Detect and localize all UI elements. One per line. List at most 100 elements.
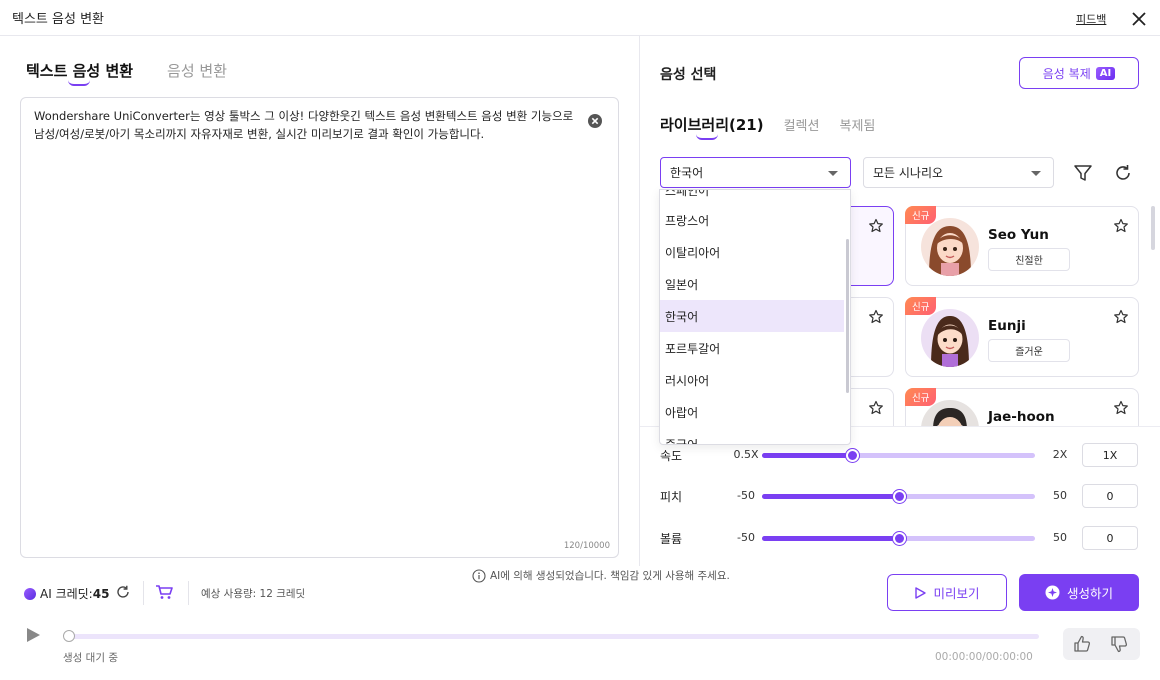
generate-icon (1045, 585, 1060, 600)
language-option[interactable]: 러시아어 (660, 364, 844, 396)
filter-icon[interactable] (1072, 162, 1094, 184)
tab-voice-changer[interactable]: 음성 변환 (167, 60, 227, 81)
clear-text-icon[interactable] (587, 113, 603, 129)
disclaimer-text: AI에 의해 생성되었습니다. 책임감 있게 사용해 주세요. (490, 570, 730, 582)
voice-card[interactable]: 신규 Eunji 즐거운 (905, 297, 1139, 377)
slider-min: -50 (737, 489, 755, 502)
slider-handle[interactable] (892, 532, 906, 545)
speed-slider-row: 속도 0.5X 2X 1X (660, 443, 1140, 467)
editor-text[interactable]: Wondershare UniConverter는 영상 툴박스 그 이상! 다… (34, 107, 582, 143)
credits-label: AI 크레딧: (40, 587, 93, 601)
tab-text-to-speech[interactable]: 텍스트 음성 변환 (26, 60, 134, 86)
thumbs-up-icon[interactable] (1072, 634, 1092, 654)
slider-label: 속도 (660, 449, 683, 463)
tab-label: 텍스트 음성 변환 (26, 62, 134, 80)
slider-max: 50 (1053, 489, 1067, 502)
playback-progress[interactable] (63, 630, 1039, 642)
slider-handle[interactable] (892, 490, 906, 503)
language-option-selected[interactable]: 한국어 (660, 300, 844, 332)
star-icon[interactable] (868, 218, 884, 234)
info-icon (472, 568, 486, 583)
volume-value-field[interactable]: 0 (1082, 526, 1138, 550)
generation-status: 생성 대기 중 (63, 652, 118, 664)
preview-button[interactable]: 미리보기 (887, 574, 1007, 611)
slider-min: -50 (737, 531, 755, 544)
slider-max: 2X (1052, 448, 1068, 461)
generate-label: 생성하기 (1066, 586, 1113, 601)
credit-icon (24, 587, 36, 600)
mode-tabs: 텍스트 음성 변환 음성 변환 (26, 60, 227, 86)
tab-active-indicator (68, 80, 90, 86)
new-badge: 신규 (905, 297, 937, 315)
speed-value-field[interactable]: 1X (1082, 443, 1138, 467)
library-tabs: 라이브러리(21) 컬렉션 복제됨 (660, 114, 875, 140)
ai-credits: AI 크레딧: 45 (24, 585, 109, 602)
language-select[interactable]: 한국어 (660, 157, 851, 188)
slider-handle[interactable] (846, 449, 860, 462)
star-icon[interactable] (1113, 309, 1129, 325)
tab-collection[interactable]: 컬렉션 (784, 115, 820, 134)
voice-card[interactable]: 신규 Seo Yun 친절한 (905, 206, 1139, 286)
feedback-thumbs (1063, 628, 1140, 660)
avatar (921, 218, 979, 276)
speed-slider[interactable] (762, 449, 1035, 462)
voice-card[interactable]: 신규 Jae-hoon (905, 388, 1139, 426)
scenario-select[interactable]: 모든 시나리오 (863, 157, 1054, 188)
play-icon[interactable] (24, 626, 42, 644)
tab-label: 음성 변환 (167, 62, 228, 80)
cart-icon[interactable] (155, 584, 173, 600)
language-option[interactable]: 아랍어 (660, 396, 844, 428)
ai-badge: AI (1095, 66, 1116, 80)
pitch-slider-row: 피치 -50 50 0 (660, 484, 1140, 508)
new-badge: 신규 (905, 388, 937, 406)
tab-cloned[interactable]: 복제됨 (839, 115, 875, 134)
window-title: 텍스트 음성 변환 (12, 12, 104, 27)
avatar (921, 309, 979, 367)
new-badge: 신규 (905, 206, 937, 224)
star-icon[interactable] (868, 309, 884, 325)
feedback-link[interactable]: 피드백 (1076, 11, 1106, 27)
star-icon[interactable] (1113, 218, 1129, 234)
refresh-icon[interactable] (1112, 162, 1134, 184)
slider-fill (762, 494, 899, 499)
dropdown-scrollbar[interactable] (846, 239, 849, 393)
preview-label: 미리보기 (933, 586, 980, 601)
divider (188, 581, 189, 605)
close-icon[interactable] (1128, 8, 1150, 30)
voice-list-scrollbar[interactable] (1151, 206, 1155, 250)
voice-name: Eunji (988, 318, 1026, 334)
language-option[interactable]: 일본어 (660, 268, 844, 300)
voice-tag: 친절한 (988, 248, 1070, 271)
play-outline-icon (915, 586, 927, 599)
pitch-value-field[interactable]: 0 (1082, 484, 1138, 508)
tab-library[interactable]: 라이브러리(21) (660, 114, 764, 140)
star-icon[interactable] (868, 400, 884, 416)
scenario-select-value: 모든 시나리오 (873, 166, 944, 180)
language-option[interactable]: 중국어 (660, 428, 844, 445)
slider-fill (762, 536, 899, 541)
volume-slider[interactable] (762, 532, 1035, 545)
voice-clone-button[interactable]: 음성 복제 AI (1019, 57, 1139, 89)
text-editor[interactable]: Wondershare UniConverter는 영상 툴박스 그 이상! 다… (20, 97, 619, 558)
generate-button[interactable]: 생성하기 (1019, 574, 1139, 611)
volume-slider-row: 볼륨 -50 50 0 (660, 526, 1140, 550)
slider-label: 볼륨 (660, 532, 683, 546)
caret-down-icon (828, 171, 838, 176)
thumbs-down-icon[interactable] (1109, 634, 1129, 654)
language-select-value: 한국어 (670, 166, 704, 180)
playback-time: 00:00:00/00:00:00 (935, 651, 1033, 663)
refresh-credits-icon[interactable] (115, 584, 131, 600)
progress-handle[interactable] (63, 630, 75, 642)
tab-active-indicator (696, 134, 718, 140)
star-icon[interactable] (1113, 400, 1129, 416)
slider-fill (762, 453, 853, 458)
slider-label: 피치 (660, 490, 683, 504)
slider-min: 0.5X (733, 448, 759, 461)
clone-label: 음성 복제 (1042, 66, 1091, 81)
language-option[interactable]: 이탈리아어 (660, 236, 844, 268)
language-option[interactable]: 프랑스어 (660, 204, 844, 236)
divider (143, 581, 144, 605)
language-option[interactable]: 포르투갈어 (660, 332, 844, 364)
ai-disclaimer: AI에 의해 생성되었습니다. 책임감 있게 사용해 주세요. (472, 568, 730, 583)
pitch-slider[interactable] (762, 490, 1035, 503)
